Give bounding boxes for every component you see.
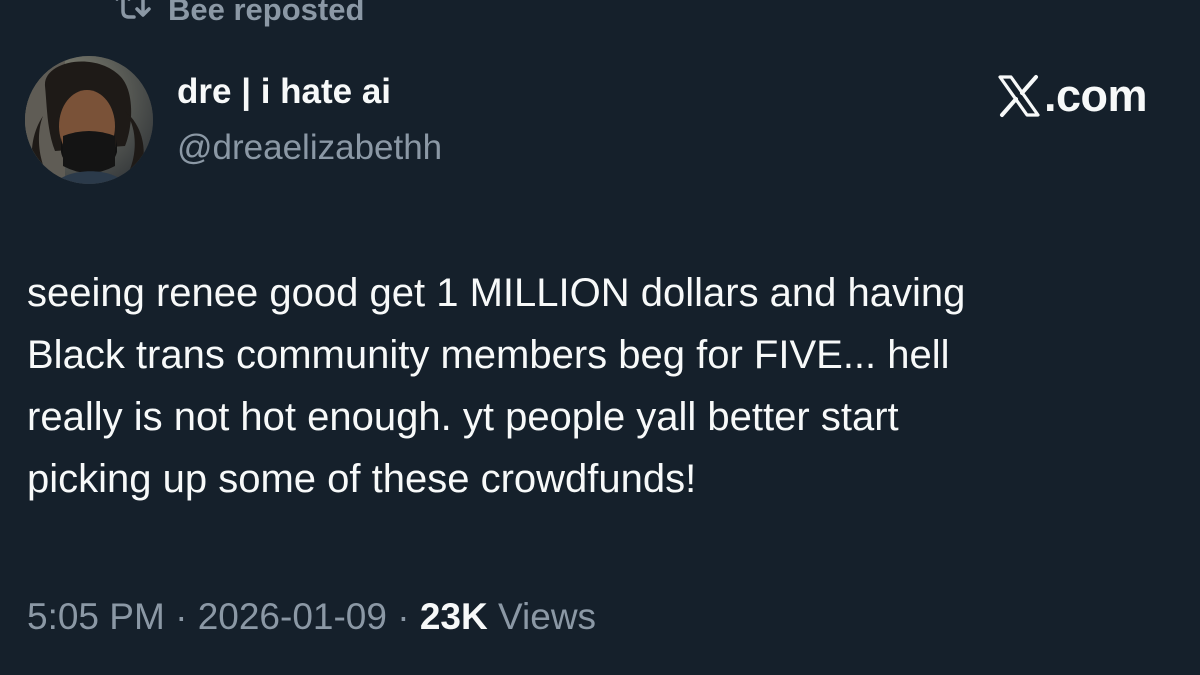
repost-label: Bee reposted [168,0,365,27]
post-date[interactable]: 2026-01-09 [198,596,387,637]
brand-label: .com [1043,70,1148,121]
meta-separator: · [386,596,420,637]
x-logo-icon [996,73,1042,119]
post-text-line: Black trans community members beg for FI… [27,333,950,377]
post-time[interactable]: 5:05 PM [27,596,165,637]
x-com-watermark: .com [996,70,1148,122]
avatar[interactable] [25,56,153,184]
post-text-line: seeing renee good get 1 MILLION dollars … [27,271,966,315]
post-metadata: 5:05 PM · 2026-01-09 · 23K Views [27,596,596,638]
views-count[interactable]: 23K [420,596,488,637]
repost-indicator[interactable]: Bee reposted [112,0,364,32]
post-text-line: picking up some of these crowdfunds! [27,457,697,501]
post-body: seeing renee good get 1 MILLION dollars … [27,262,1177,510]
author-handle[interactable]: @dreaelizabethh [177,128,442,168]
post-text-line: really is not hot enough. yt people yall… [27,395,899,439]
author-display-name[interactable]: dre | i hate ai [177,72,391,112]
views-label: Views [487,596,597,637]
meta-separator: · [164,596,198,637]
repost-icon [112,0,154,25]
